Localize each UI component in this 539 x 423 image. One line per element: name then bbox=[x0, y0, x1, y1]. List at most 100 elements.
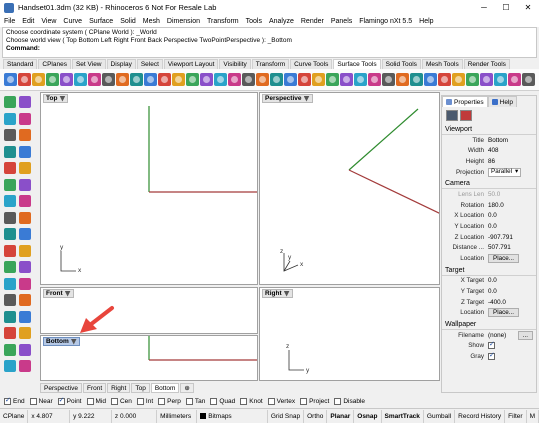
viewport-title-front[interactable]: Front bbox=[43, 289, 74, 298]
show-checkbox[interactable] bbox=[488, 340, 495, 350]
modeling-tool-icon[interactable] bbox=[19, 129, 31, 141]
modeling-tool-icon[interactable] bbox=[19, 178, 31, 191]
z-location-value[interactable]: -907.791 bbox=[488, 234, 536, 241]
toolbar-tab-solid-tools[interactable]: Solid Tools bbox=[381, 59, 421, 69]
toolbar-tab-set-view[interactable]: Set View bbox=[71, 59, 106, 69]
surface-tool-icon[interactable] bbox=[424, 73, 437, 86]
osnap-knot[interactable]: Knot bbox=[240, 397, 263, 405]
osnap-project[interactable]: Project bbox=[300, 397, 329, 405]
viewport-right[interactable]: Right z y bbox=[259, 287, 440, 381]
surface-tool-icon[interactable] bbox=[354, 73, 367, 86]
surface-tool-icon[interactable] bbox=[102, 73, 115, 86]
menu-item-panels[interactable]: Panels bbox=[331, 18, 352, 25]
modeling-tool-icon[interactable] bbox=[4, 277, 16, 290]
osnap-checkbox[interactable] bbox=[110, 397, 118, 405]
modeling-tool-icon[interactable] bbox=[4, 145, 16, 158]
modeling-tool-icon[interactable] bbox=[19, 294, 31, 306]
surface-tool-icon[interactable] bbox=[172, 73, 185, 86]
surface-tool-icon[interactable] bbox=[270, 73, 283, 86]
viewport-tab-bottom[interactable]: Bottom bbox=[150, 383, 180, 393]
modeling-tool-icon[interactable] bbox=[19, 244, 31, 257]
camera-icon[interactable] bbox=[446, 109, 458, 121]
surface-tool-icon[interactable] bbox=[60, 73, 73, 86]
menu-item-tools[interactable]: Tools bbox=[246, 18, 262, 25]
title-value[interactable]: Bottom bbox=[488, 137, 536, 144]
camera-place-button[interactable]: Place... bbox=[488, 253, 519, 263]
modeling-tool-icon[interactable] bbox=[19, 343, 31, 356]
status-toggle-smarttrack[interactable]: SmartTrack bbox=[382, 409, 424, 423]
surface-tool-icon[interactable] bbox=[214, 73, 227, 86]
surface-tool-icon[interactable] bbox=[466, 73, 479, 86]
menu-item-curve[interactable]: Curve bbox=[63, 18, 82, 25]
menu-item-surface[interactable]: Surface bbox=[89, 18, 113, 25]
viewport-tab-front[interactable]: Front bbox=[82, 383, 107, 393]
status-toggle-gumball[interactable]: Gumball bbox=[424, 409, 456, 423]
surface-tool-icon[interactable] bbox=[18, 73, 31, 86]
osnap-checkbox[interactable] bbox=[267, 397, 275, 405]
status-cplane[interactable]: CPlane bbox=[0, 409, 29, 423]
modeling-tool-icon[interactable] bbox=[4, 244, 16, 257]
status-toggle-ortho[interactable]: Ortho bbox=[304, 409, 328, 423]
status-layer[interactable]: Bitmaps bbox=[197, 409, 268, 423]
y-target-value[interactable]: 0.0 bbox=[488, 288, 536, 295]
modeling-tool-icon[interactable] bbox=[4, 195, 16, 207]
surface-tool-icon[interactable] bbox=[438, 73, 451, 86]
modeling-tool-icon[interactable] bbox=[19, 310, 31, 323]
osnap-end[interactable]: End bbox=[4, 396, 25, 405]
modeling-tool-icon[interactable] bbox=[4, 178, 16, 191]
x-target-value[interactable]: 0.0 bbox=[488, 277, 536, 284]
modeling-tool-icon[interactable] bbox=[19, 145, 31, 158]
modeling-tool-icon[interactable] bbox=[19, 228, 31, 240]
status-toggle-filter[interactable]: Filter bbox=[505, 409, 527, 423]
modeling-tool-icon[interactable] bbox=[4, 162, 16, 174]
surface-tool-icon[interactable] bbox=[494, 73, 507, 86]
surface-tool-icon[interactable] bbox=[130, 73, 143, 86]
osnap-checkbox[interactable] bbox=[4, 396, 11, 405]
modeling-tool-icon[interactable] bbox=[19, 327, 31, 339]
surface-tool-icon[interactable] bbox=[312, 73, 325, 86]
status-toggle-planar[interactable]: Planar bbox=[327, 409, 355, 423]
tab-help[interactable]: Help bbox=[487, 96, 517, 107]
y-location-value[interactable]: 0.0 bbox=[488, 223, 536, 230]
surface-tool-icon[interactable] bbox=[298, 73, 311, 86]
modeling-tool-icon[interactable] bbox=[4, 112, 16, 125]
toolbar-tab-viewport-layout[interactable]: Viewport Layout bbox=[163, 59, 219, 69]
menu-item-transform[interactable]: Transform bbox=[207, 18, 239, 25]
toolbar-tab-surface-tools[interactable]: Surface Tools bbox=[333, 59, 381, 69]
menu-item-file[interactable]: File bbox=[4, 18, 15, 25]
osnap-checkbox[interactable] bbox=[86, 397, 94, 405]
toolbar-tab-curve-tools[interactable]: Curve Tools bbox=[290, 59, 333, 69]
modeling-tool-icon[interactable] bbox=[19, 112, 31, 125]
osnap-mid[interactable]: Mid bbox=[86, 397, 106, 405]
minimize-button[interactable]: ─ bbox=[473, 0, 495, 15]
osnap-checkbox[interactable] bbox=[300, 397, 308, 405]
modeling-tool-icon[interactable] bbox=[19, 277, 31, 290]
status-units[interactable]: Millimeters bbox=[157, 409, 198, 423]
width-value[interactable]: 408 bbox=[488, 147, 536, 154]
surface-tool-icon[interactable] bbox=[228, 73, 241, 86]
browse-button[interactable]: ... bbox=[517, 330, 533, 340]
osnap-vertex[interactable]: Vertex bbox=[267, 397, 295, 405]
maximize-button[interactable]: ☐ bbox=[495, 0, 517, 15]
osnap-checkbox[interactable] bbox=[136, 397, 144, 405]
surface-tool-icon[interactable] bbox=[144, 73, 157, 86]
surface-tool-icon[interactable] bbox=[522, 73, 535, 86]
osnap-disable[interactable]: Disable bbox=[334, 397, 365, 405]
osnap-checkbox[interactable] bbox=[185, 397, 193, 405]
osnap-checkbox[interactable] bbox=[57, 396, 65, 405]
add-viewport-tab-icon[interactable]: ⊕ bbox=[180, 383, 194, 393]
command-prompt[interactable]: Command: bbox=[6, 45, 533, 53]
osnap-checkbox[interactable] bbox=[334, 397, 342, 405]
osnap-quad[interactable]: Quad bbox=[210, 397, 235, 405]
menu-item-edit[interactable]: Edit bbox=[22, 18, 34, 25]
modeling-tool-icon[interactable] bbox=[4, 129, 16, 141]
modeling-tool-icon[interactable] bbox=[4, 294, 16, 306]
osnap-checkbox[interactable] bbox=[210, 397, 218, 405]
distance-value[interactable]: 507.791 bbox=[488, 244, 536, 251]
modeling-tool-icon[interactable] bbox=[19, 261, 31, 273]
osnap-perp[interactable]: Perp bbox=[158, 397, 181, 405]
surface-tool-icon[interactable] bbox=[32, 73, 45, 86]
toolbar-tab-transform[interactable]: Transform bbox=[251, 59, 290, 69]
surface-tool-icon[interactable] bbox=[4, 73, 17, 86]
viewport-bottom[interactable]: Bottom bbox=[40, 335, 258, 381]
